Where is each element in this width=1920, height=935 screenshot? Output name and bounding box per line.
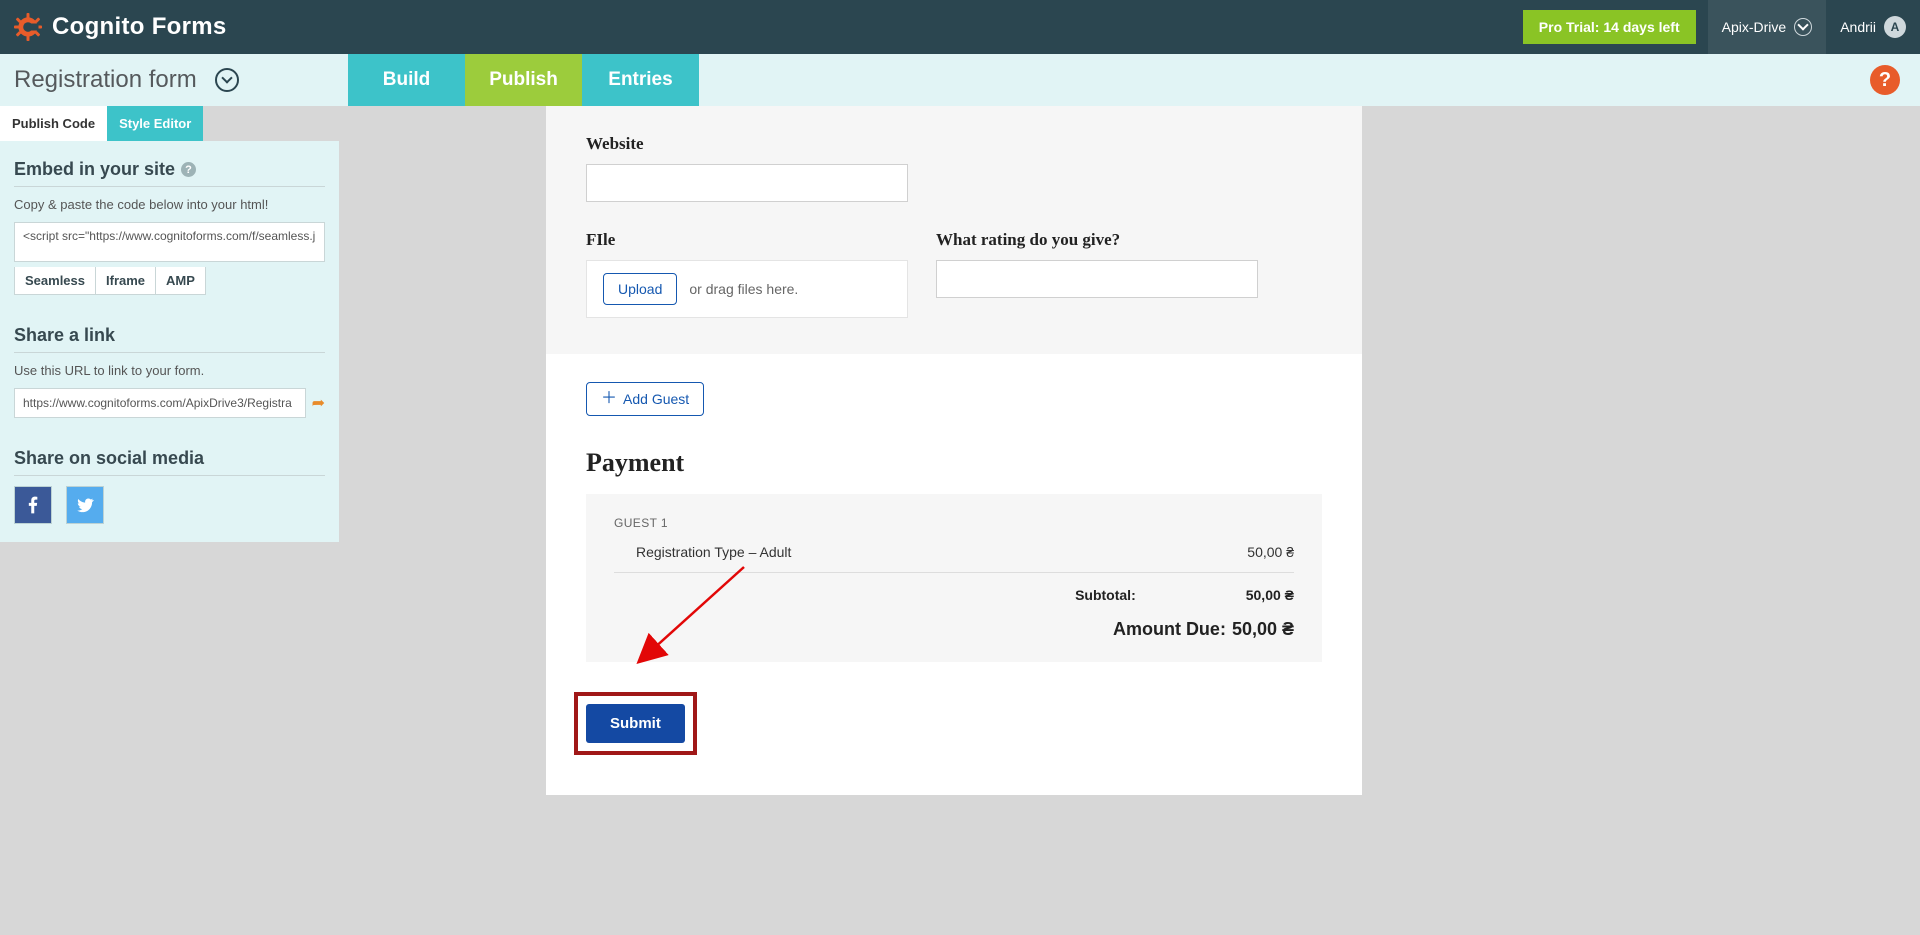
embed-code-textarea[interactable] <box>14 222 325 262</box>
rating-label: What rating do you give? <box>936 230 1258 250</box>
embed-title-text: Embed in your site <box>14 159 175 180</box>
subtotal-label: Subtotal: <box>1075 587 1136 603</box>
file-label: FIle <box>586 230 908 250</box>
upload-hint: or drag files here. <box>689 281 798 297</box>
form-title-dropdown[interactable] <box>215 68 239 92</box>
file-upload-area[interactable]: Upload or drag files here. <box>586 260 908 318</box>
add-guest-button[interactable]: ＋ Add Guest <box>586 382 704 416</box>
share-link-input[interactable] <box>14 388 306 418</box>
website-input[interactable] <box>586 164 908 202</box>
tab-entries[interactable]: Entries <box>582 54 699 106</box>
payment-guest-label: GUEST 1 <box>614 516 1294 530</box>
payment-line-item: Registration Type – Adult 50,00 ₴ <box>614 540 1294 564</box>
payment-line-name: Registration Type – Adult <box>636 544 791 560</box>
payment-box: GUEST 1 Registration Type – Adult 50,00 … <box>586 494 1322 662</box>
top-right-group: Pro Trial: 14 days left Apix-Drive Andri… <box>1523 0 1920 54</box>
avatar: A <box>1884 16 1906 38</box>
twitter-share-button[interactable] <box>66 486 104 524</box>
tab-publish-code[interactable]: Publish Code <box>0 106 107 141</box>
top-header: Cognito Forms Pro Trial: 14 days left Ap… <box>0 0 1920 54</box>
share-link-title: Share a link <box>14 325 325 353</box>
website-field: Website <box>586 106 1322 202</box>
twitter-icon <box>75 495 95 515</box>
embed-code-tabs: Seamless Iframe AMP <box>14 267 206 295</box>
user-menu[interactable]: Andrii A <box>1826 0 1920 54</box>
rating-field: What rating do you give? <box>936 230 1258 318</box>
brand-logo[interactable]: Cognito Forms <box>14 13 227 41</box>
due-label: Amount Due: <box>1113 619 1226 640</box>
code-tab-amp[interactable]: AMP <box>156 267 205 294</box>
subtotal-value: 50,00 ₴ <box>1246 587 1294 603</box>
trial-badge[interactable]: Pro Trial: 14 days left <box>1523 10 1696 44</box>
social-buttons <box>14 486 325 524</box>
facebook-icon <box>23 495 43 515</box>
payment-due-row: Amount Due: 50,00 ₴ <box>614 609 1294 640</box>
org-dropdown[interactable]: Apix-Drive <box>1708 0 1827 54</box>
panel-body: Embed in your site ? Copy & paste the co… <box>0 141 339 542</box>
form-preview: Website FIle Upload or drag files here. … <box>546 106 1362 795</box>
divider <box>614 572 1294 573</box>
share-link-desc: Use this URL to link to your form. <box>14 363 325 378</box>
tab-style-editor[interactable]: Style Editor <box>107 106 203 141</box>
submit-highlight-box: Submit <box>574 692 697 755</box>
form-title-group: Registration form <box>0 54 348 106</box>
org-name: Apix-Drive <box>1722 19 1787 35</box>
rating-input[interactable] <box>936 260 1258 298</box>
website-label: Website <box>586 134 1322 154</box>
social-title: Share on social media <box>14 448 325 476</box>
help-button[interactable]: ? <box>1870 65 1900 95</box>
payment-line-price: 50,00 ₴ <box>1247 544 1294 560</box>
upload-button[interactable]: Upload <box>603 273 677 305</box>
main-tabs: Build Publish Entries <box>348 54 699 106</box>
due-value: 50,00 ₴ <box>1232 619 1294 640</box>
share-link-row: ➦ <box>14 388 325 418</box>
form-fields-area: Website FIle Upload or drag files here. … <box>546 106 1362 354</box>
file-field: FIle Upload or drag files here. <box>586 230 908 318</box>
plus-icon: ＋ <box>601 391 617 407</box>
embed-section-title: Embed in your site ? <box>14 159 325 187</box>
code-tab-iframe[interactable]: Iframe <box>96 267 156 294</box>
add-guest-wrap: ＋ Add Guest <box>546 354 1362 416</box>
code-tab-seamless[interactable]: Seamless <box>15 267 96 294</box>
submit-button[interactable]: Submit <box>586 704 685 743</box>
left-panel: Publish Code Style Editor Embed in your … <box>0 106 339 542</box>
payment-title: Payment <box>586 448 1322 478</box>
panel-tabs: Publish Code Style Editor <box>0 106 339 141</box>
tab-publish[interactable]: Publish <box>465 54 582 106</box>
sub-header: Registration form Build Publish Entries … <box>0 54 1920 106</box>
brand-name: Cognito Forms <box>52 13 227 41</box>
embed-desc: Copy & paste the code below into your ht… <box>14 197 325 212</box>
payment-subtotal-row: Subtotal: 50,00 ₴ <box>614 581 1294 609</box>
form-title: Registration form <box>14 66 197 94</box>
gear-icon <box>14 13 42 41</box>
help-icon[interactable]: ? <box>181 162 196 177</box>
open-link-icon[interactable]: ➦ <box>312 393 325 413</box>
user-name: Andrii <box>1840 19 1876 35</box>
payment-section: Payment GUEST 1 Registration Type – Adul… <box>546 416 1362 662</box>
chevron-down-icon <box>1794 18 1812 36</box>
tab-build[interactable]: Build <box>348 54 465 106</box>
add-guest-label: Add Guest <box>623 391 689 407</box>
file-rating-row: FIle Upload or drag files here. What rat… <box>586 202 1322 318</box>
facebook-share-button[interactable] <box>14 486 52 524</box>
submit-wrap: Submit <box>546 662 1362 755</box>
